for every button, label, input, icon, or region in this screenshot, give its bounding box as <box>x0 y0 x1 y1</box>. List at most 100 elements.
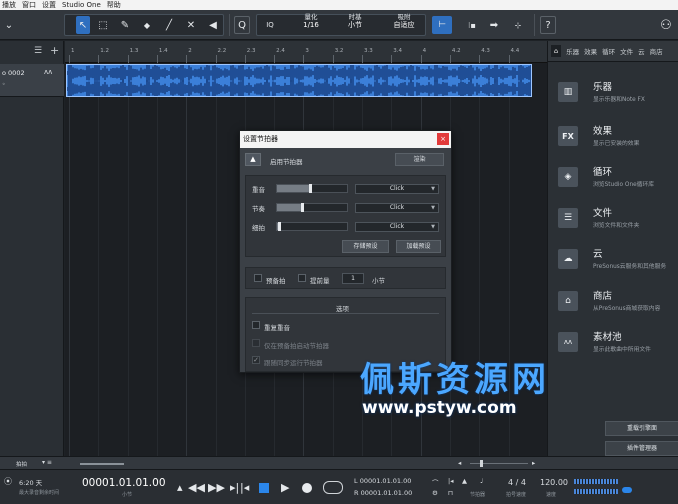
render-button[interactable]: 渲染 <box>395 153 444 166</box>
audio-event-clip[interactable] <box>66 64 532 97</box>
browser-item-pool[interactable]: ᴧᴧ 素材池 显示此歌曲中所用文件 <box>558 329 676 361</box>
browser-item-title: 文件 <box>593 208 613 219</box>
collapse-icon[interactable]: ▲ <box>245 153 261 166</box>
settings-gear-icon[interactable]: ⚙ <box>432 489 438 497</box>
browser-item-shop[interactable]: ⌂ 商店 从PreSonus商城获取内容 <box>558 288 676 320</box>
load-preset-button[interactable]: 加载预设 <box>396 240 441 253</box>
close-icon[interactable]: × <box>437 133 449 145</box>
tab-shop[interactable]: 商店 <box>650 46 663 56</box>
loop-small-icon[interactable]: ⊓ <box>448 489 453 497</box>
record-time-value: 6:20 天 <box>19 479 43 487</box>
browser-item-loops[interactable]: ◈ 循环 浏览Studio One循环库 <box>558 164 676 196</box>
marker-icon[interactable]: |◂ <box>448 477 453 485</box>
transport-bar: 拍拍 ▾ ≡ ◂ ▸ ⦿ 6:20 天 最大录音剩余时间 00001.01.01… <box>0 456 678 504</box>
enable-metronome-label[interactable]: 启用节拍器 <box>270 156 303 166</box>
paint-tool-icon[interactable]: ✎ <box>118 16 132 34</box>
browser-item-instruments[interactable]: ▥ 乐器 显示乐器和Note FX <box>558 79 676 111</box>
output-toggle[interactable] <box>622 487 632 493</box>
precount-icon[interactable]: ▲ <box>462 477 467 485</box>
accent-volume-slider[interactable] <box>276 184 348 193</box>
tab-effects[interactable]: 效果 <box>584 46 597 56</box>
fast-forward-icon[interactable]: ▶▶ <box>208 481 225 494</box>
loop-end-display[interactable]: R 00001.01.01.00 <box>354 489 412 497</box>
position-display[interactable]: 00001.01.01.00 <box>82 477 166 489</box>
user-account-icon[interactable]: ⚇ <box>658 16 674 34</box>
browser-item-files[interactable]: ☰ 文件 浏览文件和文件夹 <box>558 205 676 237</box>
quantize-field[interactable]: 量化 1/16 <box>296 13 326 29</box>
menu-item-window[interactable]: 窗口 <box>22 0 36 10</box>
reload-engine-button[interactable]: 重载引擎面 <box>605 421 678 436</box>
autoscroll-icon[interactable]: ➡ <box>486 16 502 34</box>
range-tool-icon[interactable]: ⬚ <box>96 16 110 34</box>
tempo-display[interactable]: 120.00 <box>540 478 568 487</box>
precount-only-checkbox[interactable] <box>252 339 260 347</box>
cloud-icon: ☁ <box>558 249 578 269</box>
scroll-right-icon[interactable]: ▸ <box>532 459 535 467</box>
menu-item-settings[interactable]: 设置 <box>42 0 56 10</box>
iq-button[interactable]: IQ <box>262 16 278 34</box>
listen-tool-icon[interactable]: ◀ <box>206 16 220 34</box>
timeline-ruler[interactable]: 1 1.2 1.3 1.4 2 2.2 2.3 2.4 3 3.2 3.3 3.4 4 4.2 4.3 4.4 <box>65 41 547 63</box>
punch-icon[interactable]: ⌒ <box>432 477 439 487</box>
go-to-end-icon[interactable]: ▸| <box>230 481 239 494</box>
menu-item-studio-one[interactable]: Studio One <box>62 0 101 10</box>
track-list-menu-icon[interactable]: ☰ <box>34 46 42 56</box>
precount-checkbox[interactable] <box>254 274 262 282</box>
accent-sound-select[interactable]: Click ▼ <box>355 184 439 194</box>
arrow-tool-icon[interactable]: ↖ <box>76 16 90 34</box>
follow-sync-checkbox[interactable]: ✓ <box>252 356 260 364</box>
save-preset-button[interactable]: 存储预设 <box>342 240 389 253</box>
track-header[interactable]: o 0002 ᴧᴧ ◦ <box>0 64 64 97</box>
record-button[interactable] <box>302 483 312 493</box>
time-signature-display[interactable]: 4 / 4 <box>508 478 526 487</box>
menu-item-help[interactable]: 帮助 <box>107 0 121 10</box>
scroll-left-icon[interactable]: ◂ <box>458 459 461 467</box>
ruler-tick-label: 1 <box>71 48 75 54</box>
zoom-tool-icon[interactable]: Q <box>234 16 250 34</box>
toolbar-dropdown-icon[interactable]: ⌄ <box>2 16 16 34</box>
loop-start-icon[interactable]: |◂ <box>240 481 249 494</box>
horizontal-scrollbar[interactable] <box>80 463 124 465</box>
browser-item-cloud[interactable]: ☁ 云 PreSonus云服务和其他服务 <box>558 246 676 278</box>
beat-sound-select[interactable]: Click ▼ <box>355 203 439 213</box>
timebase-field[interactable]: 时基 小节 <box>338 13 372 29</box>
tab-instruments[interactable]: 乐器 <box>566 46 579 56</box>
preroll-checkbox[interactable] <box>298 274 306 282</box>
rewind-icon[interactable]: ◀◀ <box>188 481 205 494</box>
play-icon[interactable]: ▶ <box>281 481 289 494</box>
metronome-icon[interactable]: ♩ <box>480 477 483 485</box>
loop-toggle-icon[interactable] <box>323 481 343 494</box>
return-to-zero-icon[interactable]: ▴ <box>177 481 183 494</box>
eraser-tool-icon[interactable]: ◆ <box>140 16 154 34</box>
tab-loops[interactable]: 循环 <box>602 46 615 56</box>
repeat-accent-checkbox[interactable] <box>252 321 260 329</box>
follow-icon[interactable]: ⊹ <box>510 16 526 34</box>
loop-start-display[interactable]: L 00001.01.01.00 <box>354 477 411 485</box>
mute-tool-icon[interactable]: ✕ <box>184 16 198 34</box>
zoom-dropdown-icon[interactable]: ▾ ≡ <box>42 459 52 466</box>
track-name[interactable]: o 0002 <box>2 69 25 77</box>
snap-field[interactable]: 吸附 自适应 <box>386 13 422 29</box>
browser-item-effects[interactable]: FX 效果 显示已安装的效果 <box>558 123 676 155</box>
offbeat-volume-slider[interactable] <box>276 222 348 231</box>
grid-icon[interactable]: ⁝▪ <box>464 16 480 34</box>
menu-item-transport[interactable]: 播放 <box>2 0 16 10</box>
record-arm-icon[interactable]: ◦ <box>2 81 6 88</box>
add-track-icon[interactable]: + <box>50 44 59 57</box>
tab-files[interactable]: 文件 <box>620 46 633 56</box>
browser-item-sub: 从PreSonus商城获取内容 <box>593 306 661 312</box>
ruler-tick-label: 1.3 <box>129 48 139 54</box>
plugin-manager-button[interactable]: 插件管理器 <box>605 441 678 456</box>
browser-item-title: 素材池 <box>593 332 622 343</box>
bars-input[interactable]: 1 <box>342 273 364 284</box>
help-icon[interactable]: ? <box>540 16 556 34</box>
timeline-mode-label[interactable]: 拍拍 <box>16 460 27 468</box>
snap-toggle-icon[interactable]: ⊢ <box>432 16 452 34</box>
stop-button[interactable] <box>259 483 269 493</box>
tab-cloud[interactable]: 云 <box>638 46 645 56</box>
line-tool-icon[interactable]: ╱ <box>162 16 176 34</box>
beat-volume-slider[interactable] <box>276 203 348 212</box>
offbeat-sound-select[interactable]: Click ▼ <box>355 222 439 232</box>
browser-home-icon[interactable]: ⌂ <box>551 45 562 57</box>
zoom-slider-knob[interactable] <box>480 460 483 467</box>
